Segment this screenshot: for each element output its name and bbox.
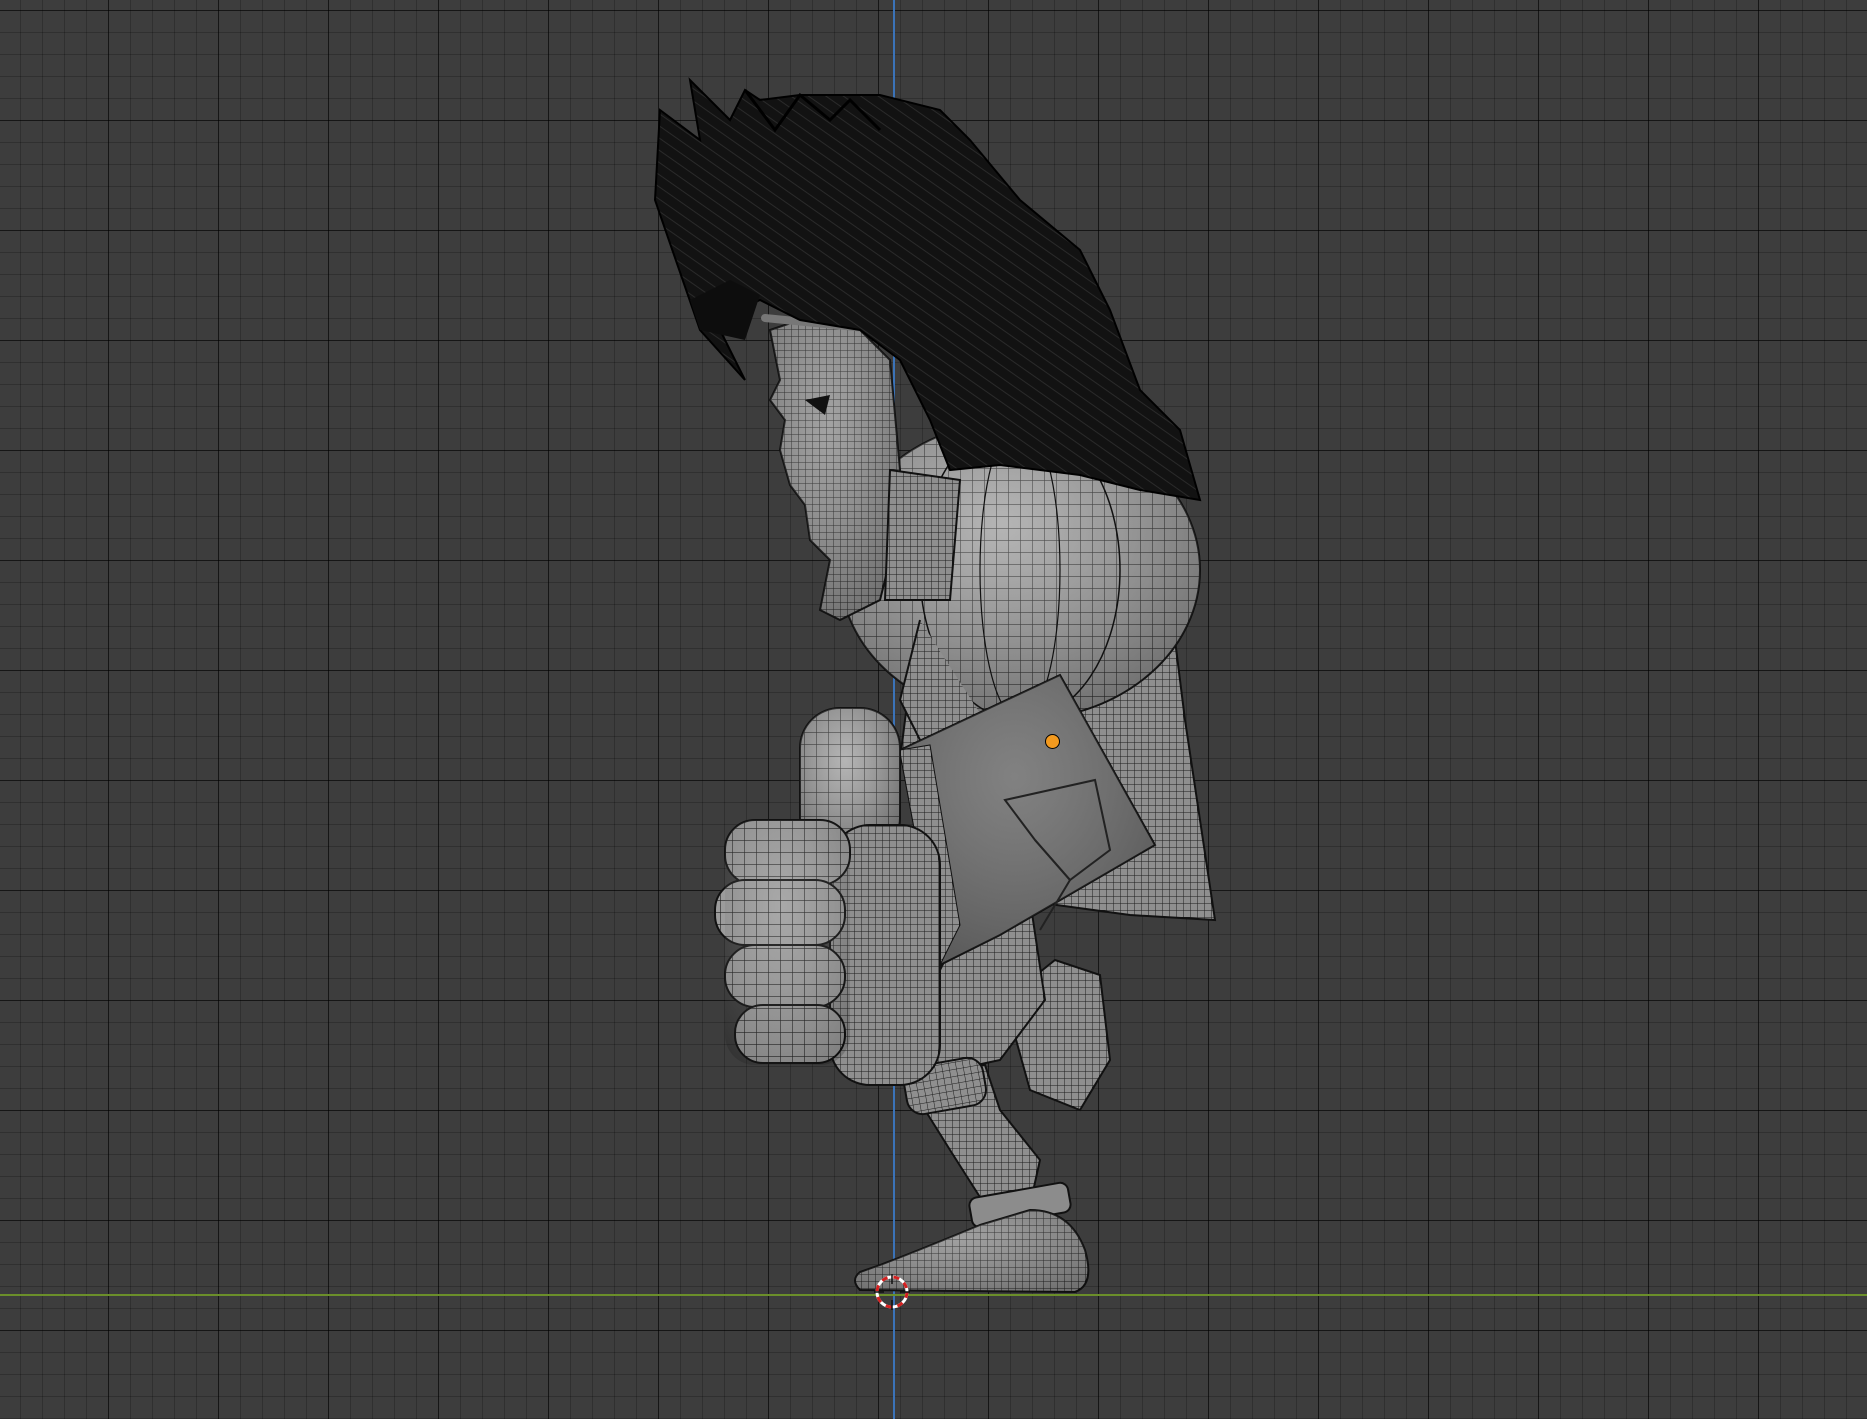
object-origin-point[interactable]	[1045, 734, 1060, 749]
hair-mesh	[653, 77, 1202, 502]
character-mesh[interactable]	[0, 0, 1867, 1419]
3d-cursor-icon[interactable]	[872, 1272, 912, 1312]
3d-viewport[interactable]	[0, 0, 1867, 1419]
